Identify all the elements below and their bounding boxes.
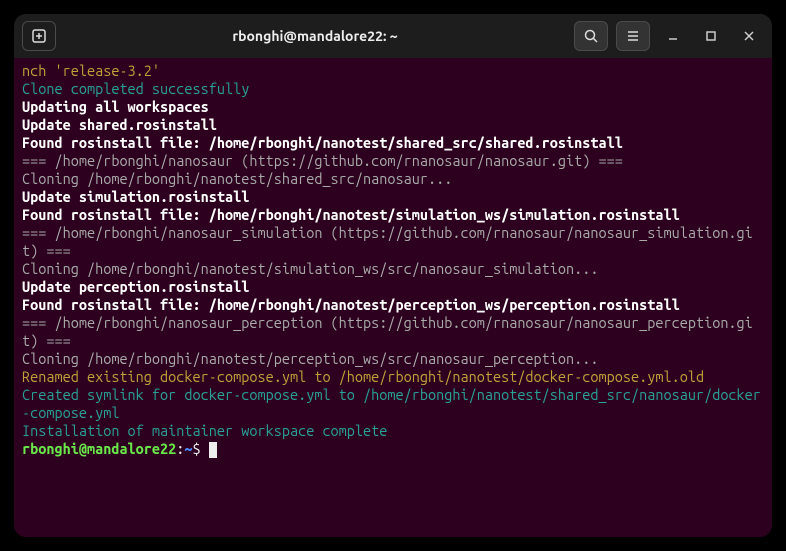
terminal-line: === /home/rbonghi/nanosaur_perception (h… bbox=[22, 314, 764, 350]
terminal-line: Installation of maintainer workspace com… bbox=[22, 422, 764, 440]
terminal-line: Clone completed successfully bbox=[22, 80, 764, 98]
terminal-line: Found rosinstall file: /home/rbonghi/nan… bbox=[22, 296, 764, 314]
terminal-window: rbonghi@mandalore22: ~ nch 'release-3.2'… bbox=[14, 14, 772, 537]
terminal-line: Update perception.rosinstall bbox=[22, 278, 764, 296]
terminal-body[interactable]: nch 'release-3.2'Clone completed success… bbox=[14, 58, 772, 537]
titlebar: rbonghi@mandalore22: ~ bbox=[14, 14, 772, 58]
terminal-line: Cloning /home/rbonghi/nanotest/simulatio… bbox=[22, 260, 764, 278]
minimize-button[interactable] bbox=[658, 21, 688, 51]
terminal-line: Cloning /home/rbonghi/nanotest/perceptio… bbox=[22, 350, 764, 368]
maximize-icon bbox=[704, 29, 718, 43]
terminal-line: Update shared.rosinstall bbox=[22, 116, 764, 134]
terminal-line: Update simulation.rosinstall bbox=[22, 188, 764, 206]
search-button[interactable] bbox=[574, 21, 608, 51]
terminal-line: Renamed existing docker-compose.yml to /… bbox=[22, 368, 764, 386]
prompt-path: ~ bbox=[184, 440, 192, 457]
window-title: rbonghi@mandalore22: ~ bbox=[64, 28, 566, 44]
terminal-line: === /home/rbonghi/nanosaur_simulation (h… bbox=[22, 224, 764, 260]
terminal-line: === /home/rbonghi/nanosaur (https://gith… bbox=[22, 152, 764, 170]
titlebar-controls bbox=[574, 21, 764, 51]
new-tab-icon bbox=[31, 28, 47, 44]
terminal-line: Updating all workspaces bbox=[22, 98, 764, 116]
minimize-icon bbox=[666, 29, 680, 43]
terminal-prompt: rbonghi@mandalore22:~$ bbox=[22, 440, 764, 458]
terminal-line: Found rosinstall file: /home/rbonghi/nan… bbox=[22, 134, 764, 152]
prompt-symbol: $ bbox=[193, 440, 209, 457]
new-tab-button[interactable] bbox=[22, 21, 56, 51]
prompt-user-host: rbonghi@mandalore22 bbox=[22, 440, 176, 457]
search-icon bbox=[583, 28, 599, 44]
cursor bbox=[209, 442, 217, 458]
terminal-line: Created symlink for docker-compose.yml t… bbox=[22, 386, 764, 422]
terminal-line: Cloning /home/rbonghi/nanotest/shared_sr… bbox=[22, 170, 764, 188]
maximize-button[interactable] bbox=[696, 21, 726, 51]
menu-button[interactable] bbox=[616, 21, 650, 51]
terminal-line: nch 'release-3.2' bbox=[22, 62, 764, 80]
close-button[interactable] bbox=[734, 21, 764, 51]
close-icon bbox=[742, 29, 756, 43]
hamburger-icon bbox=[625, 28, 641, 44]
terminal-line: Found rosinstall file: /home/rbonghi/nan… bbox=[22, 206, 764, 224]
